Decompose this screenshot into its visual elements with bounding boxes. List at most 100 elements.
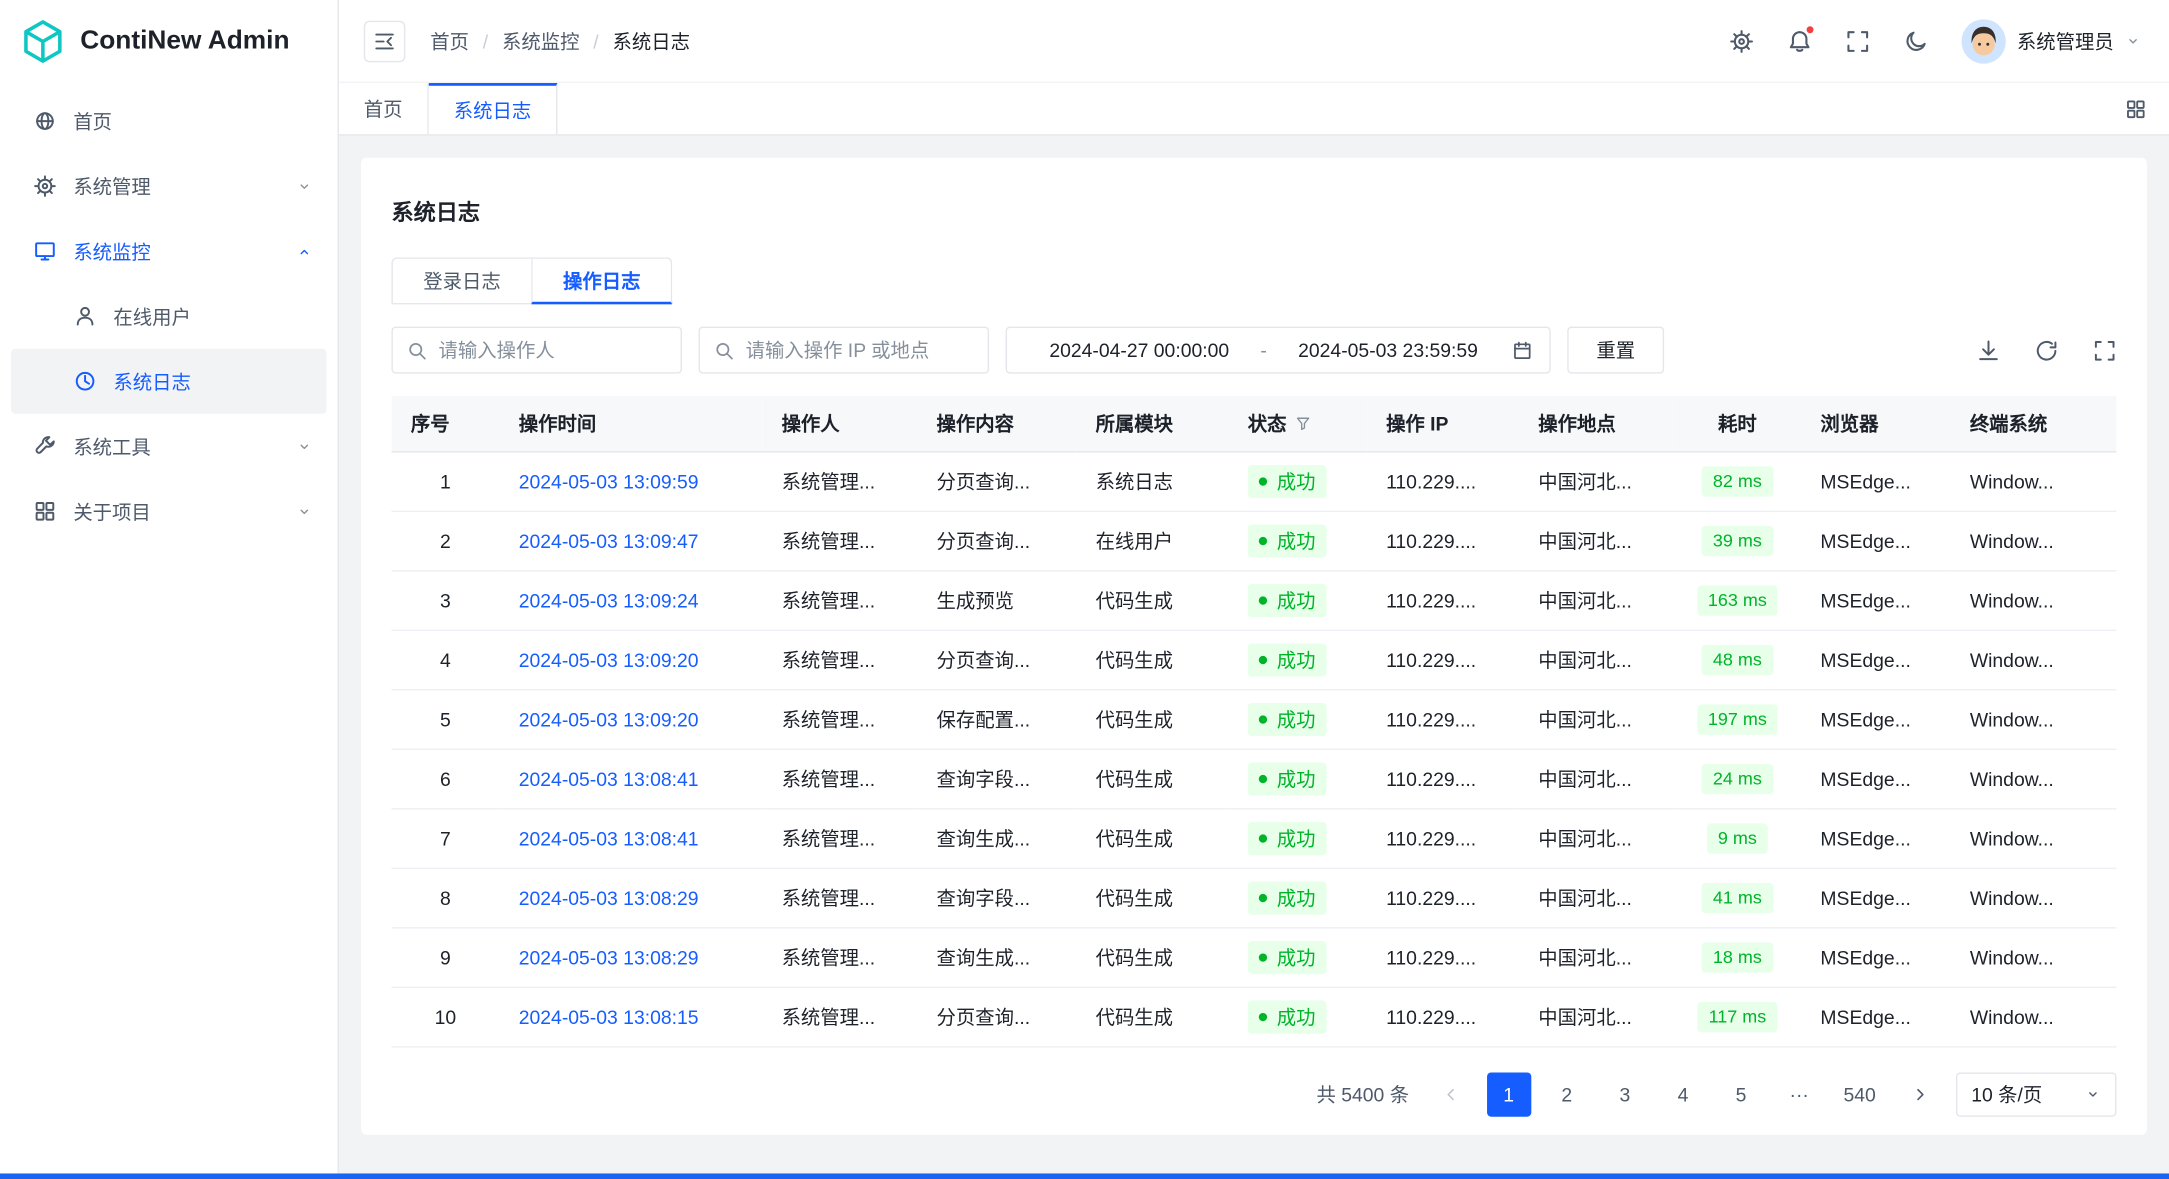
page-size-select[interactable]: 10 条/页 [1956, 1072, 2116, 1116]
chevron-down-icon [296, 503, 313, 520]
log-time-link[interactable]: 2024-05-03 13:09:24 [519, 589, 699, 611]
pagination: 共 5400 条 1 2 3 4 5 ··· 540 10 条/页 [391, 1072, 2116, 1116]
breadcrumb: 首页 / 系统监控 / 系统日志 [430, 27, 690, 55]
cell-content: 分页查询... [917, 630, 1076, 690]
cell-index: 10 [391, 987, 499, 1047]
status-dot [1259, 834, 1267, 842]
user-icon [73, 304, 97, 328]
monitor-icon [33, 239, 57, 263]
pagination-page-2[interactable]: 2 [1545, 1072, 1589, 1116]
pagination-ellipsis[interactable]: ··· [1777, 1072, 1821, 1116]
settings-button[interactable] [1729, 28, 1754, 53]
log-time-link[interactable]: 2024-05-03 13:09:20 [519, 648, 699, 670]
cell-duration: 9 ms [1674, 808, 1801, 868]
app-window: ContiNew Admin 首页 系统管理 系统监控 在线用户 [0, 0, 2169, 1179]
table-row: 5 2024-05-03 13:09:20 系统管理... 保存配置... 代码… [391, 689, 2116, 749]
cell-index: 8 [391, 868, 499, 928]
strip-tab-home[interactable]: 首页 [339, 83, 429, 134]
pagination-page-1[interactable]: 1 [1487, 1072, 1531, 1116]
cell-location: 中国河北... [1519, 570, 1674, 630]
cell-module: 系统日志 [1076, 451, 1228, 511]
duration-tag: 18 ms [1702, 942, 1773, 972]
notifications-button[interactable] [1787, 28, 1812, 53]
cell-time: 2024-05-03 13:08:29 [499, 868, 762, 928]
cell-operator: 系统管理... [762, 749, 917, 809]
app-logo[interactable]: ContiNew Admin [0, 0, 338, 83]
cell-operator: 系统管理... [762, 868, 917, 928]
log-time-link[interactable]: 2024-05-03 13:09:20 [519, 708, 699, 730]
cell-duration: 117 ms [1674, 987, 1801, 1047]
sidebar-item-label: 系统工具 [73, 432, 150, 460]
sidebar-item-system-tools[interactable]: 系统工具 [11, 414, 326, 479]
user-name: 系统管理员 [2017, 27, 2114, 55]
strip-tab-system-log[interactable]: 系统日志 [429, 83, 558, 134]
main-column: 首页 / 系统监控 / 系统日志 [339, 0, 2169, 1179]
cell-location: 中国河北... [1519, 689, 1674, 749]
tab-operation-log[interactable]: 操作日志 [531, 257, 672, 304]
refresh-button[interactable] [2035, 338, 2059, 362]
tabs-layout-button[interactable] [2103, 83, 2169, 134]
log-time-link[interactable]: 2024-05-03 13:09:59 [519, 470, 699, 492]
reset-button[interactable]: 重置 [1567, 327, 1664, 374]
sidebar-item-home[interactable]: 首页 [11, 89, 326, 154]
cell-module: 代码生成 [1076, 927, 1228, 987]
col-operator: 操作人 [762, 396, 917, 451]
status-text: 成功 [1277, 765, 1316, 793]
log-type-tabs: 登录日志 操作日志 [391, 257, 2116, 304]
sidebar-item-system-monitor[interactable]: 系统监控 [11, 219, 326, 284]
log-time-link[interactable]: 2024-05-03 13:08:15 [519, 1005, 699, 1027]
col-browser: 浏览器 [1801, 396, 1950, 451]
cell-content: 分页查询... [917, 511, 1076, 571]
export-button[interactable] [1977, 338, 2001, 362]
dark-mode-button[interactable] [1903, 28, 1928, 53]
pagination-page-3[interactable]: 3 [1603, 1072, 1647, 1116]
ip-search-field [699, 327, 989, 374]
operator-search-input[interactable] [439, 339, 667, 361]
ip-search-input[interactable] [746, 339, 974, 361]
pagination-page-5[interactable]: 5 [1719, 1072, 1763, 1116]
sidebar-item-system-management[interactable]: 系统管理 [11, 154, 326, 219]
sidebar-item-system-log[interactable]: 系统日志 [11, 349, 326, 414]
cell-status: 成功 [1228, 987, 1366, 1047]
tab-login-log[interactable]: 登录日志 [391, 257, 531, 304]
cell-operator: 系统管理... [762, 808, 917, 868]
pagination-page-4[interactable]: 4 [1661, 1072, 1705, 1116]
sidebar-collapse-button[interactable] [364, 20, 405, 62]
cell-os: Window... [1950, 511, 2116, 571]
status-tag: 成功 [1248, 464, 1327, 497]
sidebar-item-online-users[interactable]: 在线用户 [11, 284, 326, 349]
cell-time: 2024-05-03 13:09:47 [499, 511, 762, 571]
log-time-link[interactable]: 2024-05-03 13:08:29 [519, 946, 699, 968]
search-icon [714, 340, 735, 361]
log-time-link[interactable]: 2024-05-03 13:08:41 [519, 767, 699, 789]
log-time-link[interactable]: 2024-05-03 13:08:29 [519, 886, 699, 908]
pagination-next-button[interactable] [1898, 1072, 1942, 1116]
page-tabs-strip: 首页 系统日志 [339, 83, 2169, 136]
cell-duration: 163 ms [1674, 570, 1801, 630]
status-filter-icon[interactable] [1295, 415, 1312, 432]
status-tag: 成功 [1248, 762, 1327, 795]
pagination-page-last[interactable]: 540 [1835, 1072, 1884, 1116]
cell-location: 中国河北... [1519, 749, 1674, 809]
cell-module: 代码生成 [1076, 987, 1228, 1047]
table-fullscreen-button[interactable] [2093, 338, 2117, 362]
cell-browser: MSEdge... [1801, 451, 1950, 511]
status-tag: 成功 [1248, 702, 1327, 735]
log-time-link[interactable]: 2024-05-03 13:08:41 [519, 827, 699, 849]
sidebar-item-about[interactable]: 关于项目 [11, 479, 326, 544]
breadcrumb-item-home[interactable]: 首页 [430, 27, 469, 55]
status-tag: 成功 [1248, 1000, 1327, 1033]
cell-content: 查询生成... [917, 808, 1076, 868]
cell-location: 中国河北... [1519, 927, 1674, 987]
pagination-prev-button[interactable] [1428, 1072, 1472, 1116]
page-title: 系统日志 [391, 194, 2116, 227]
log-time-link[interactable]: 2024-05-03 13:09:47 [519, 529, 699, 551]
breadcrumb-item-monitor[interactable]: 系统监控 [502, 27, 579, 55]
user-menu[interactable]: 系统管理员 [1962, 19, 2142, 63]
pagination-total: 共 5400 条 [1316, 1080, 1409, 1108]
cell-browser: MSEdge... [1801, 749, 1950, 809]
date-range-picker[interactable]: 2024-04-27 00:00:00 - 2024-05-03 23:59:5… [1006, 327, 1551, 374]
cell-browser: MSEdge... [1801, 689, 1950, 749]
fullscreen-button[interactable] [1845, 28, 1870, 53]
status-tag: 成功 [1248, 583, 1327, 616]
